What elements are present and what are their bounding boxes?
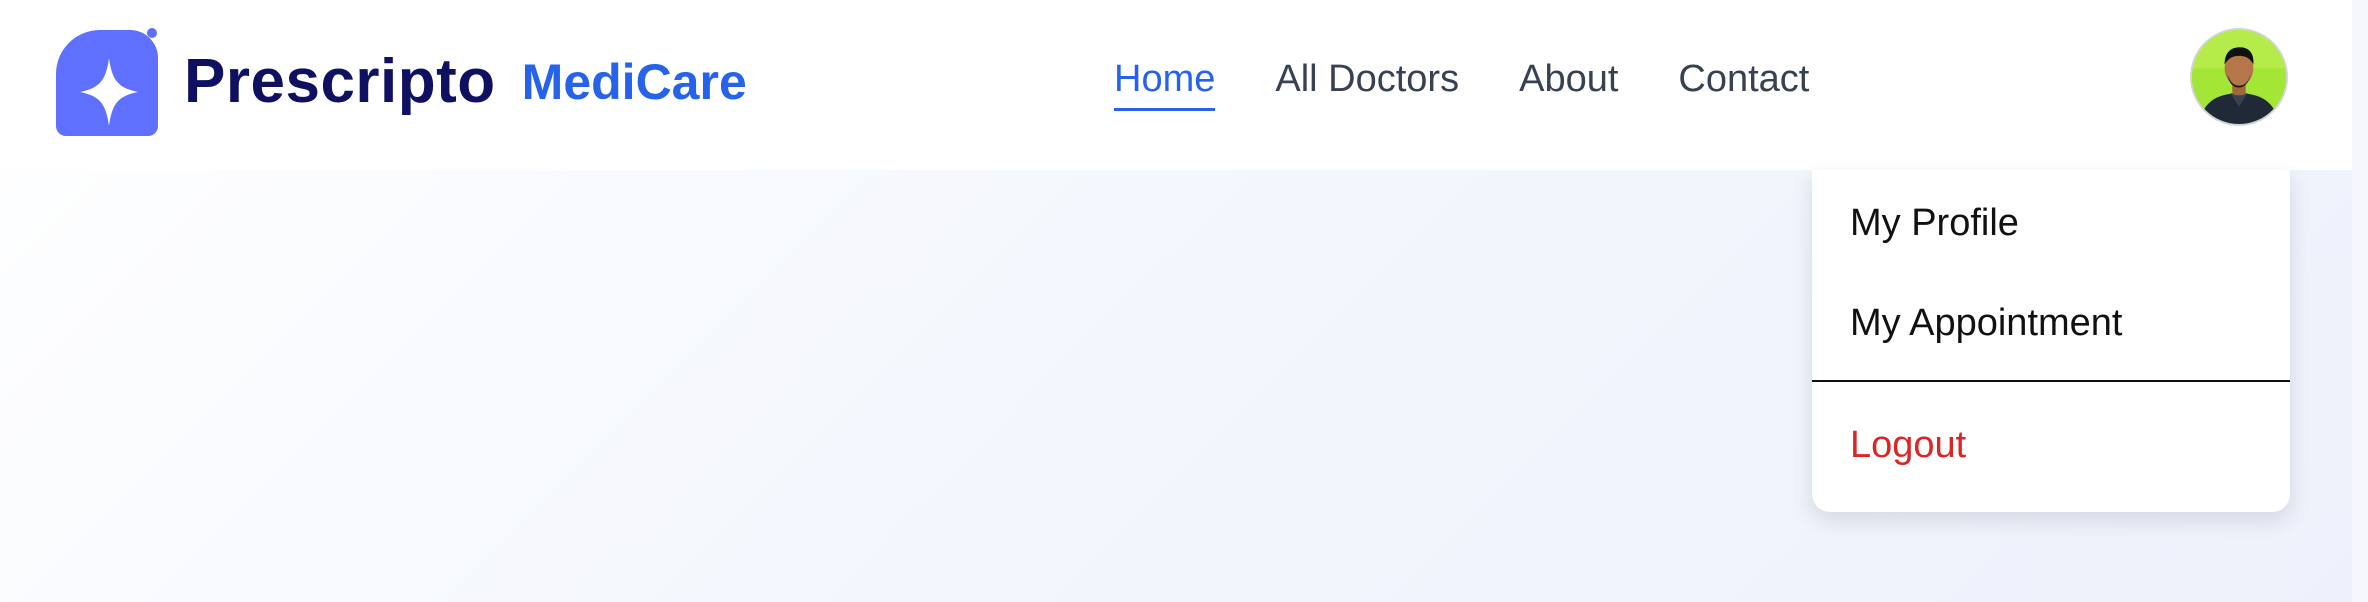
profile-dropdown-menu: My Profile My Appointment Logout xyxy=(1812,170,2290,512)
nav-link-about[interactable]: About xyxy=(1519,52,1618,106)
nav-link-all-doctors[interactable]: All Doctors xyxy=(1275,52,1459,106)
sparkle-card-icon xyxy=(56,28,158,136)
nav-link-home[interactable]: Home xyxy=(1114,52,1216,111)
nav-link-contact[interactable]: Contact xyxy=(1678,52,1809,106)
nav-link-home-label: Home xyxy=(1114,58,1216,100)
menu-divider xyxy=(1812,380,2290,382)
logo[interactable]: Prescripto MediCare xyxy=(56,26,747,138)
user-avatar-image xyxy=(2192,30,2286,124)
active-nav-indicator xyxy=(1114,108,1216,111)
menu-item-logout[interactable]: Logout xyxy=(1850,420,1966,470)
menu-item-my-appointment[interactable]: My Appointment xyxy=(1850,298,2122,348)
page-scrollbar-track[interactable] xyxy=(2352,0,2368,602)
logo-text: Prescripto xyxy=(184,47,496,116)
menu-item-my-profile[interactable]: My Profile xyxy=(1850,198,2019,248)
user-avatar[interactable] xyxy=(2190,28,2288,126)
main-nav: Home All Doctors About Contact xyxy=(1114,52,1809,111)
brand-name: MediCare xyxy=(521,54,747,110)
top-navbar: Prescripto MediCare Home All Doctors Abo… xyxy=(0,0,2352,170)
